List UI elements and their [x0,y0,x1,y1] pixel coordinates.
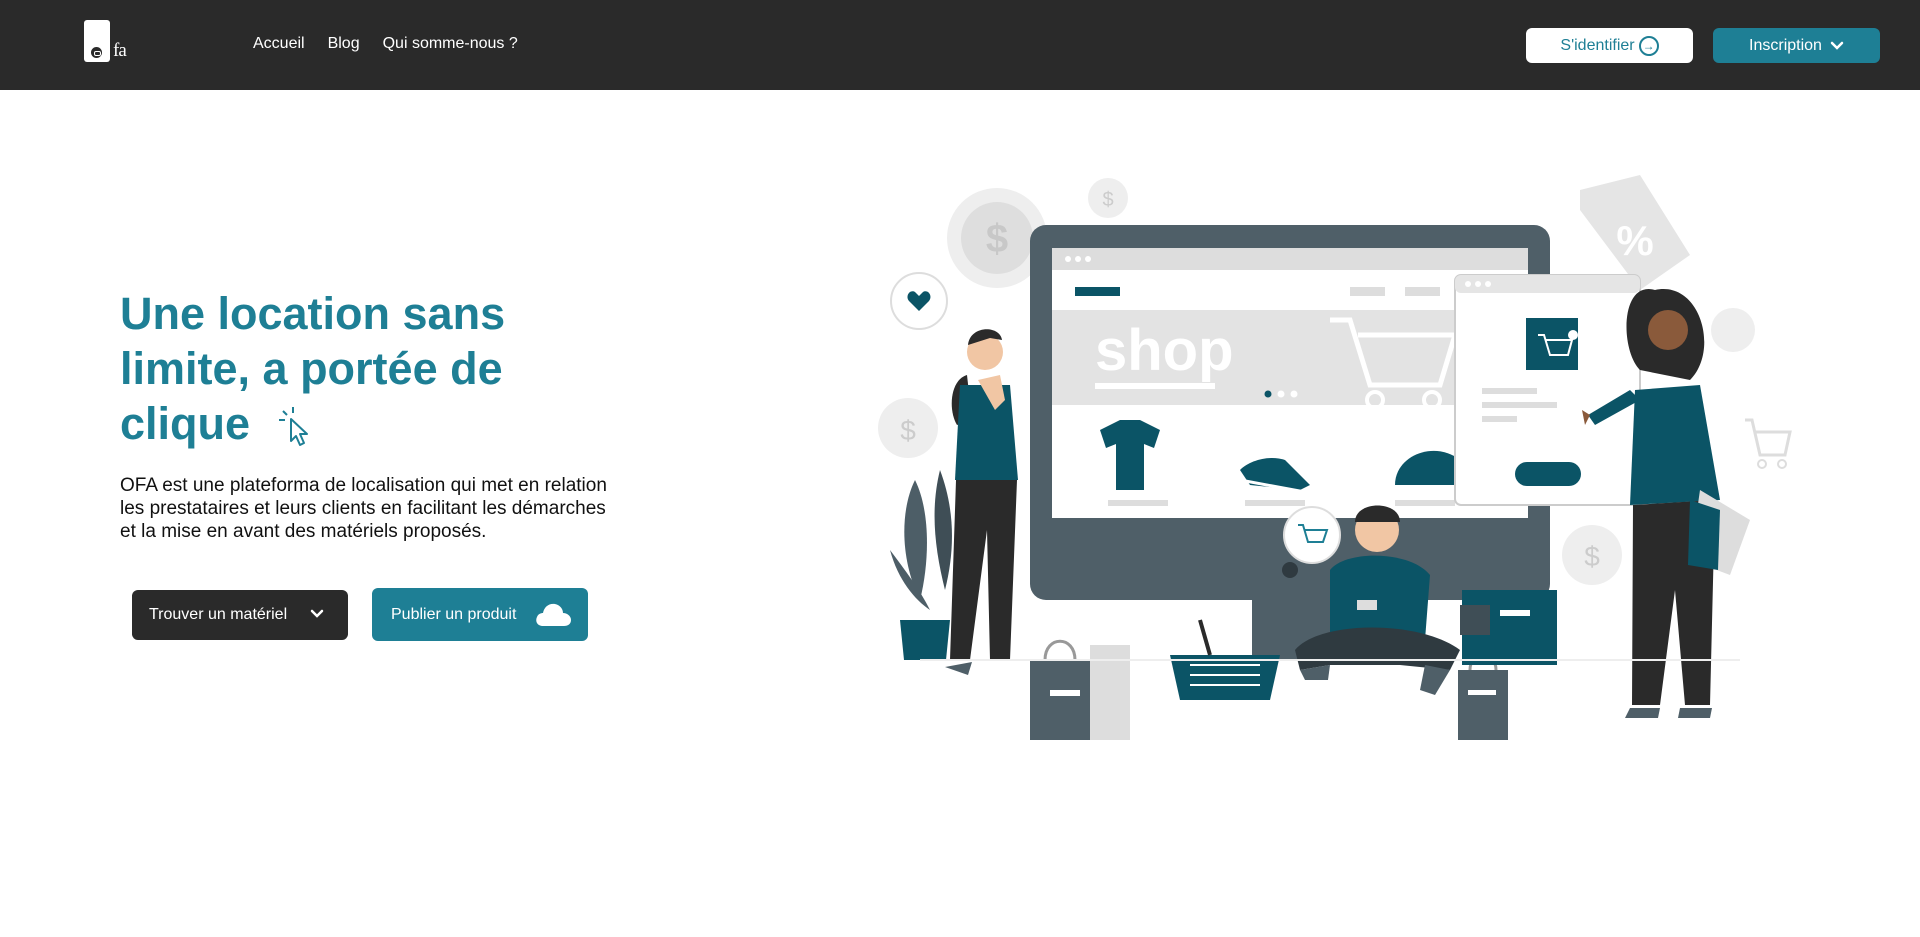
signup-button-label: Inscription [1749,36,1822,54]
svg-text:%: % [1616,217,1653,264]
hero-title: Une location sans limite, a portée de cl… [120,286,640,451]
woman-left [945,329,1018,675]
coin-icon-left: $ [878,398,938,458]
cursor-click-icon [278,407,308,447]
product-card [1454,274,1641,506]
publish-product-button[interactable]: Publier un produit [372,588,588,641]
find-equipment-label: Trouver un matériel [149,606,288,623]
cloud-icon [536,603,571,626]
login-button[interactable]: S'identifier → [1526,28,1693,63]
logo-ring [89,45,104,60]
logo-text: fa [113,40,127,61]
find-equipment-button[interactable]: Trouver un matériel [132,590,348,640]
nav-link-accueil[interactable]: Accueil [253,35,305,53]
login-circle-arrow-icon: → [1638,35,1659,56]
navbar: fa Accueil Blog Qui somme-nous ? S'ident… [0,0,1920,90]
coin-symbol: $ [986,217,1008,261]
logo[interactable]: fa [84,18,132,64]
plant [890,470,952,660]
main-nav: Accueil Blog Qui somme-nous ? [253,35,518,53]
signup-button[interactable]: Inscription [1713,28,1880,63]
cart-outline-icon [1745,418,1792,469]
publish-product-label: Publier un produit [391,605,517,623]
chevron-down-icon [310,609,324,618]
svg-text:$: $ [1102,189,1113,211]
chevron-down-icon [1830,41,1844,50]
nav-link-blog[interactable]: Blog [328,35,360,53]
svg-text:$: $ [1584,541,1600,572]
hero-description: OFA est une plateforma de localisation q… [120,475,607,542]
login-button-label: S'identifier [1560,36,1635,54]
heart-bubble-icon [890,272,948,330]
cart-bubble-icon [1283,506,1341,564]
coin-icon-small: $ [1088,178,1128,218]
nav-link-about[interactable]: Qui somme-nous ? [383,35,518,53]
shop-text: shop [1095,318,1234,383]
shopping-illustration: $ $ $ $ % shop [878,175,1792,740]
svg-text:$: $ [900,415,916,446]
price-tag-icon: % [1580,175,1690,290]
